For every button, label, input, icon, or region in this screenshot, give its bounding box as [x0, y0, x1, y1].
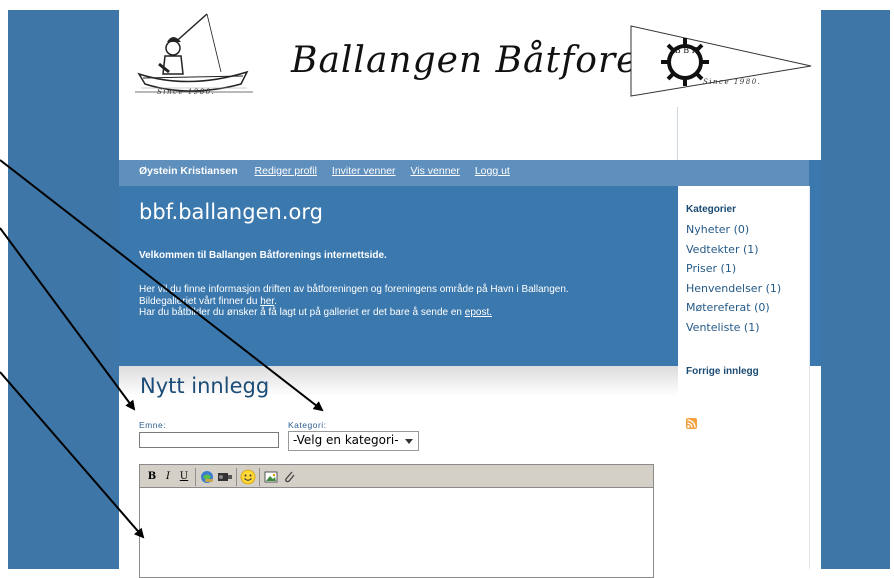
- fisherman-logo: [129, 12, 259, 96]
- italic-icon[interactable]: I: [160, 469, 176, 485]
- left-background-panel: [8, 10, 119, 569]
- underline-icon[interactable]: U: [176, 469, 192, 485]
- smiley-icon[interactable]: [240, 469, 256, 485]
- pennant-logo: [629, 22, 813, 102]
- post-body-editor[interactable]: [139, 488, 654, 578]
- intro-panel: bbf.ballangen.org Velkommen til Ballange…: [119, 186, 678, 366]
- column-divider: [677, 107, 678, 160]
- video-icon[interactable]: [217, 469, 233, 485]
- info-text: Her vil du finne informasjon driften av …: [139, 284, 659, 319]
- logout-link[interactable]: Logg ut: [475, 165, 510, 177]
- user-navigation-bar: Øystein Kristiansen Rediger profil Invit…: [119, 160, 821, 186]
- info-line-2-end: .: [274, 295, 277, 307]
- new-post-title: Nytt innlegg: [140, 374, 270, 398]
- info-line-1: Her vil du finne informasjon driften av …: [139, 284, 569, 295]
- toolbar-separator: [259, 468, 260, 486]
- category-item-venteliste[interactable]: Venteliste (1): [686, 318, 781, 338]
- category-select-value: -Velg en kategori-: [293, 433, 399, 447]
- invite-friends-link[interactable]: Inviter venner: [332, 165, 396, 177]
- toolbar-separator: [236, 468, 237, 486]
- chevron-down-icon: [405, 439, 413, 444]
- category-item-priser[interactable]: Priser (1): [686, 259, 781, 279]
- gallery-link[interactable]: her: [260, 296, 274, 307]
- info-line-3: Har du båtbilder du ønsker å få lagt ut …: [139, 307, 659, 319]
- show-friends-link[interactable]: Vis venner: [410, 165, 459, 177]
- previous-post-heading: Forrige innlegg: [686, 366, 759, 377]
- toolbar-separator: [195, 468, 196, 486]
- category-select[interactable]: -Velg en kategori-: [288, 431, 419, 451]
- category-item-henvendelser[interactable]: Henvendelser (1): [686, 279, 781, 299]
- category-item-motereferat[interactable]: Møtereferat (0): [686, 298, 781, 318]
- domain-heading: bbf.ballangen.org: [139, 200, 323, 224]
- category-item-nyheter[interactable]: Nyheter (0): [686, 220, 781, 240]
- logo-right-caption: Since 1980.: [703, 78, 762, 86]
- info-line-2: Bildegalleriet vårt finner du her.: [139, 296, 659, 308]
- categories-heading: Kategorier: [686, 204, 737, 215]
- right-background-panel: [821, 10, 890, 569]
- subject-input[interactable]: [139, 432, 279, 448]
- rss-feed-icon[interactable]: [686, 418, 697, 429]
- edit-profile-link[interactable]: Rediger profil: [255, 165, 317, 177]
- category-label: Kategori:: [288, 420, 327, 430]
- link-icon[interactable]: [199, 469, 215, 485]
- site-header: Since 1980. Ballangen Båtforening B B F: [119, 10, 821, 160]
- welcome-text: Velkommen til Ballangen Båtforenings int…: [139, 250, 387, 261]
- info-line-3-text: Har du båtbilder du ønsker å få lagt ut …: [139, 307, 465, 318]
- current-user-name: Øystein Kristiansen: [139, 165, 238, 177]
- editor-toolbar: B I U: [139, 464, 654, 488]
- logo-right-letters: B B F: [674, 46, 698, 55]
- attachment-icon[interactable]: [281, 469, 297, 485]
- sidebar: Kategorier Nyheter (0) Vedtekter (1) Pri…: [678, 186, 810, 569]
- category-list: Nyheter (0) Vedtekter (1) Priser (1) Hen…: [686, 220, 781, 337]
- category-item-vedtekter[interactable]: Vedtekter (1): [686, 240, 781, 260]
- info-line-2-text: Bildegalleriet vårt finner du: [139, 295, 261, 307]
- sidebar-accent-strip: [809, 160, 821, 366]
- subject-label: Emne:: [139, 420, 167, 430]
- image-icon[interactable]: [263, 469, 279, 485]
- logo-left-caption: Since 1980.: [157, 88, 216, 96]
- email-link[interactable]: epost.: [465, 307, 492, 318]
- bold-icon[interactable]: B: [144, 469, 160, 485]
